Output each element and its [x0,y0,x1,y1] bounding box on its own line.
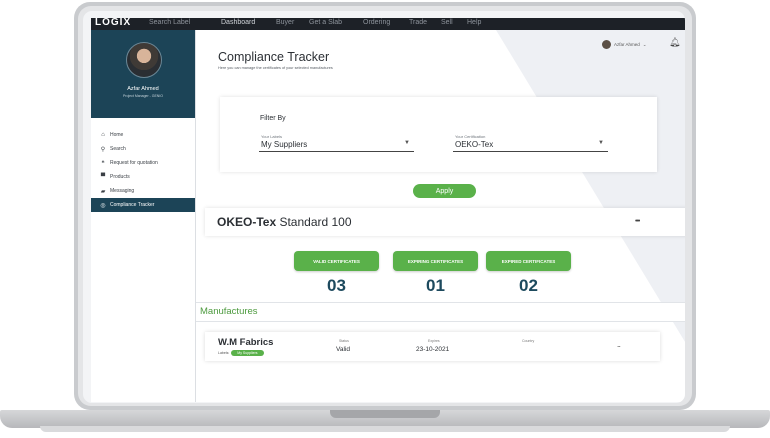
filter-heading: Filter By [260,115,286,122]
standard-title: OKEO-Tex Standard 100 [217,215,352,229]
search-icon: ⚲ [100,146,106,153]
sidebar-item-home[interactable]: ⌂ Home [91,128,195,142]
laptop-shadow [40,426,730,432]
labels-select-caption: Your Labels [261,134,282,139]
sidebar-item-messaging[interactable]: ▰ Messaging [91,184,195,198]
user-menu[interactable]: Azfar Ahmed ⌄ [602,40,647,49]
sidebar-item-compliance-tracker[interactable]: ◎ Compliance Tracker [91,198,195,212]
laptop-notch [330,410,440,418]
topbar-item-help[interactable]: Help [467,19,481,26]
brand-logo[interactable]: LOGIX [95,18,131,28]
quote-icon: ❝ [101,160,105,167]
standard-title-bold: OKEO-Tex [217,215,277,229]
status-column-header: Status [339,339,349,343]
apply-button[interactable]: Apply [413,184,476,198]
sidebar-item-products[interactable]: ▀ Products [91,170,195,184]
top-navbar: LOGIX Search Label Dashboard Buyer Get a… [91,18,685,30]
dropdown-arrow-icon: ▼ [598,140,604,146]
manufacturer-row[interactable]: W.M Fabrics Labels: My Suppliers Status … [205,332,660,361]
profile-panel: Azfar Ahmed Project Manager - GENIO [91,30,195,118]
expiry-column-header: Expires [428,339,440,343]
more-options-icon[interactable]: ••• [635,218,640,225]
sidebar-nav: ⌂ Home ⚲ Search ❝ Request for quotation [91,128,195,212]
topbar-item-ordering[interactable]: Ordering [363,19,390,26]
laptop-screen-frame: LOGIX Search Label Dashboard Buyer Get a… [78,6,692,406]
sidebar-item-search[interactable]: ⚲ Search [91,142,195,156]
sidebar-item-label: Messaging [110,188,135,194]
labels-select-value: My Suppliers [261,140,308,149]
sidebar-item-rfq[interactable]: ❝ Request for quotation [91,156,195,170]
expired-certificates-button[interactable]: EXPIRED CERTIFICATES [486,251,571,271]
chevron-down-icon: ⌄ [642,41,647,47]
expiring-count: 01 [426,276,445,295]
page-title: Compliance Tracker [218,50,330,64]
profile-role: Project Manager - GENIO [122,94,164,98]
filter-card: Filter By Your Labels My Suppliers ▼ You… [220,97,657,172]
manufacturer-name: W.M Fabrics [218,337,274,348]
certification-select[interactable]: Your Certification OEKO-Tex ▼ [453,132,608,152]
manufactures-header: Manufactures [196,302,685,322]
topbar-item-slab[interactable]: Get a Slab [309,19,342,26]
topbar-item-sell[interactable]: Sell [441,19,453,26]
expired-count: 02 [519,276,538,295]
topbar-item-search[interactable]: Search Label [149,19,190,26]
valid-count: 03 [327,276,346,295]
topbar-item-buyer[interactable]: Buyer [276,19,294,26]
status-value: Valid [336,346,350,353]
bell-icon[interactable]: 🔔︎ [669,37,680,48]
row-more-options-icon[interactable]: ... [617,342,621,349]
dropdown-arrow-icon: ▼ [404,140,410,146]
sidebar-item-label: Request for quotation [110,160,158,166]
laptop-lid: LOGIX Search Label Dashboard Buyer Get a… [74,2,696,410]
manufactures-heading: Manufactures [200,306,258,317]
home-icon: ⌂ [101,132,105,138]
sidebar-item-label: Home [110,132,124,138]
standard-title-rest: Standard 100 [276,215,352,229]
app-screen: LOGIX Search Label Dashboard Buyer Get a… [91,18,685,402]
chat-icon: ▰ [100,188,106,195]
country-column-header: Country [522,339,535,343]
topbar-item-trade[interactable]: Trade [409,19,427,26]
avatar[interactable] [126,42,162,78]
laptop-bezel: LOGIX Search Label Dashboard Buyer Get a… [83,11,685,403]
topbar-item-dashboard[interactable]: Dashboard [221,19,255,26]
label-badge[interactable]: My Suppliers [231,350,264,356]
user-name: Azfar Ahmed [614,42,640,47]
labels-select[interactable]: Your Labels My Suppliers ▼ [259,132,414,152]
certification-select-caption: Your Certification [455,134,486,139]
sidebar: Azfar Ahmed Project Manager - GENIO ⌂ Ho… [91,30,196,402]
certification-select-value: OEKO-Tex [455,140,494,149]
manufacturer-labels: Labels: My Suppliers [218,350,264,356]
page-subtitle: Here you can manage the certificates of … [218,66,333,70]
profile-name: Azfar Ahmed [127,86,159,92]
sidebar-item-label: Search [110,146,126,152]
valid-certificates-button[interactable]: VALID CERTIFICATES [294,251,379,271]
standard-card: OKEO-Tex Standard 100 ••• [205,208,685,236]
labels-caption: Labels: [218,351,230,355]
main-content: Compliance Tracker Here you can manage t… [196,30,685,402]
target-icon: ◎ [100,202,106,209]
expiry-value: 23-10-2021 [416,346,450,353]
expiring-certificates-button[interactable]: EXPIRING CERTIFICATES [393,251,478,271]
cart-icon: ▀ [100,174,106,180]
sidebar-item-label: Compliance Tracker [110,202,155,208]
sidebar-item-label: Products [110,174,130,180]
user-avatar [602,40,611,49]
